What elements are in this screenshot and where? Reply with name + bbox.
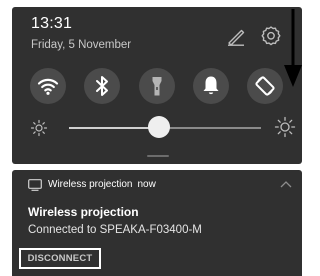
panel-drag-handle[interactable] (147, 155, 169, 157)
notification-text: Connected to SPEAKA-F03400-M (28, 224, 202, 236)
wifi-icon (37, 78, 59, 95)
sound-toggle[interactable] (193, 68, 229, 104)
cast-icon (28, 179, 42, 191)
disconnect-button[interactable]: DISCONNECT (19, 248, 101, 269)
notification-header: Wireless projection now (48, 179, 156, 190)
edit-button[interactable] (224, 24, 248, 48)
quick-settings-panel: 13:31 Friday, 5 November (12, 7, 302, 164)
chevron-up-icon[interactable] (280, 180, 292, 188)
brightness-low-icon (30, 119, 48, 137)
wireless-projection-notification[interactable]: Wireless projection now Wireless projecti… (12, 170, 302, 276)
bluetooth-icon (96, 76, 108, 96)
notification-app-name: Wireless projection (48, 179, 133, 190)
settings-button[interactable] (259, 24, 283, 48)
auto-rotate-toggle[interactable] (247, 68, 283, 104)
settings-icon (261, 26, 281, 46)
bluetooth-toggle[interactable] (84, 68, 120, 104)
rotate-icon (255, 76, 275, 96)
flashlight-icon (152, 77, 162, 96)
brightness-slider-thumb[interactable] (148, 116, 171, 138)
edit-icon (228, 29, 245, 46)
notification-title: Wireless projection (28, 205, 139, 219)
notification-time: now (137, 179, 156, 190)
brightness-fill (69, 127, 160, 129)
down-arrow-icon (284, 9, 302, 87)
wifi-toggle[interactable] (30, 68, 66, 104)
flashlight-toggle[interactable] (139, 68, 175, 104)
clock: 13:31 (31, 15, 73, 32)
brightness-high-icon (274, 116, 296, 138)
bell-icon (203, 76, 219, 95)
screen: 13:31 Friday, 5 November Wireless projec… (0, 0, 304, 276)
date: Friday, 5 November (31, 39, 132, 51)
